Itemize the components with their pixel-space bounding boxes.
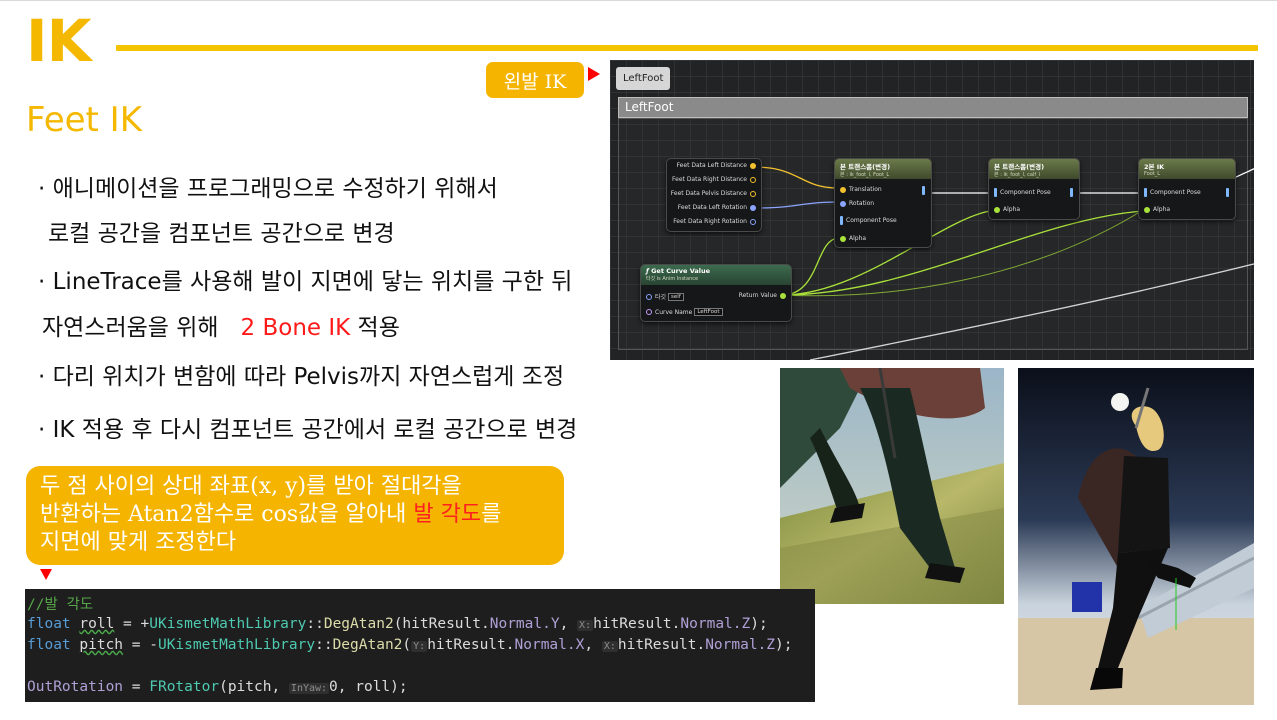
character-standing-image xyxy=(1018,368,1254,705)
node1-pin-alpha: Alpha xyxy=(849,235,867,242)
modify-bone-node-1[interactable]: 본 트랜스폼(변경) 본 : ik_foot_l, Foot_L Translat… xyxy=(834,158,932,248)
explanation-callout: 두 점 사이의 상대 좌표(x, y)를 받아 절대각을 반환하는 Atan2함… xyxy=(26,466,564,565)
top-border xyxy=(0,0,1277,1)
bullet-2-text-a: 자연스러움을 위해 xyxy=(42,315,219,341)
get-curve-value-node[interactable]: ƒ Get Curve Value 타깃 is Anim Instance 타깃 s… xyxy=(640,264,792,322)
bullet-3: · 다리 위치가 변함에 따라 Pelvis까지 자연스럽게 조정 xyxy=(38,364,565,390)
pose-icon xyxy=(994,188,997,197)
bullet-2-line-2: 자연스러움을 위해 2 Bone IK 적용 xyxy=(42,315,400,343)
node3-title: 2본 IK xyxy=(1144,163,1165,171)
bullet-1-line-2: 로컬 공간을 컴포넌트 공간으로 변경 xyxy=(48,221,395,247)
pin-pelvis-distance: Feet Data Pelvis Distance xyxy=(670,190,747,197)
two-bone-ik-node[interactable]: 2본 IK Foot_L Component Pose Alpha xyxy=(1138,158,1236,220)
curve-title: ƒ Get Curve Value xyxy=(646,267,711,275)
title-rule xyxy=(116,45,1258,51)
node1-pin-pose: Component Pose xyxy=(846,217,897,224)
callout-line-1: 두 점 사이의 상대 좌표(x, y)를 받아 절대각을 xyxy=(40,474,462,499)
down-arrow-icon xyxy=(40,569,52,580)
bullet-4: · IK 적용 후 다시 컴포넌트 공간에서 로컬 공간으로 변경 xyxy=(38,417,578,443)
callout-text-a: 반환하는 Atan2함수로 cos값을 알아내 xyxy=(40,502,407,528)
pose-out-icon xyxy=(922,186,925,195)
curve-name-label: Curve Name xyxy=(655,308,693,316)
slide-subtitle: Feet IK xyxy=(26,100,142,140)
node3-sub: Foot_L xyxy=(1144,171,1161,177)
pin-right-distance: Feet Data Right Distance xyxy=(672,176,747,183)
code-line-rotation: OutRotation = FRotator(pitch, InYaw: 0, r… xyxy=(27,679,408,695)
pose-icon xyxy=(1144,188,1147,197)
pin-left-distance: Feet Data Left Distance xyxy=(676,162,747,169)
modify-bone-node-2[interactable]: 본 트랜스폼(변경) 본 : ik_foot_l, calf_l Componen… xyxy=(988,158,1080,220)
curve-return-label: Return Value xyxy=(738,292,777,299)
code-comment: //발 각도 xyxy=(27,597,94,613)
slide-title: IK xyxy=(26,7,92,75)
blueprint-graph: LeftFoot LeftFoot Feet Data Left Distanc… xyxy=(610,60,1254,360)
node3-pin-alpha: Alpha xyxy=(1153,206,1171,213)
curve-name-value[interactable]: LeftFoot xyxy=(694,308,723,316)
callout-text-b: 를 xyxy=(481,502,502,528)
pose-out-icon xyxy=(1070,188,1073,197)
node2-sub: 본 : ik_foot_l, calf_l xyxy=(994,172,1041,178)
bullet-1-line-1: · 애니메이션을 프로그래밍으로 수정하기 위해서 xyxy=(38,176,498,202)
left-foot-ik-badge: 왼발 IK xyxy=(486,62,584,98)
callout-line-2: 반환하는 Atan2함수로 cos값을 알아내 발 각도를 xyxy=(40,501,550,529)
callout-highlight: 발 각도 xyxy=(413,502,482,528)
foot-closeup-image xyxy=(780,368,1004,604)
code-snippet: //발 각도 float roll = +UKismetMathLibrary:… xyxy=(25,589,815,702)
node1-sub: 본 : ik_foot_l, Foot_L xyxy=(840,172,890,178)
node1-pin-rotation: Rotation xyxy=(849,200,875,207)
node3-pin-pose: Component Pose xyxy=(1150,189,1201,196)
code-line-roll: float roll = +UKismetMathLibrary::DegAta… xyxy=(27,616,768,632)
callout-line-3: 지면에 맞게 조정한다 xyxy=(40,530,237,556)
pose-icon xyxy=(840,216,843,225)
node2-pin-pose: Component Pose xyxy=(1000,189,1051,196)
feet-data-node[interactable]: Feet Data Left Distance Feet Data Right … xyxy=(666,158,762,232)
node1-title: 본 트랜스폼(변경) xyxy=(840,163,891,171)
curve-target-label: 타깃 xyxy=(655,294,667,301)
bullet-2-text-b: 적용 xyxy=(357,315,400,341)
curve-sub: 타깃 is Anim Instance xyxy=(646,276,699,282)
bullet-2-line-1: · LineTrace를 사용해 발이 지면에 닿는 위치를 구한 뒤 xyxy=(38,269,573,295)
node2-pin-alpha: Alpha xyxy=(1003,206,1021,213)
code-line-pitch: float pitch = -UKismetMathLibrary::DegAt… xyxy=(27,637,793,653)
node2-title: 본 트랜스폼(변경) xyxy=(994,163,1045,171)
node1-pin-translation: Translation xyxy=(849,186,882,193)
right-arrow-icon xyxy=(588,67,600,81)
bullet-2-highlight: 2 Bone IK xyxy=(240,315,351,341)
curve-target-value[interactable]: self xyxy=(668,292,684,301)
pin-left-rotation: Feet Data Left Rotation xyxy=(677,204,747,211)
pin-right-rotation: Feet Data Right Rotation xyxy=(673,218,747,225)
pose-out-icon xyxy=(1226,188,1229,197)
